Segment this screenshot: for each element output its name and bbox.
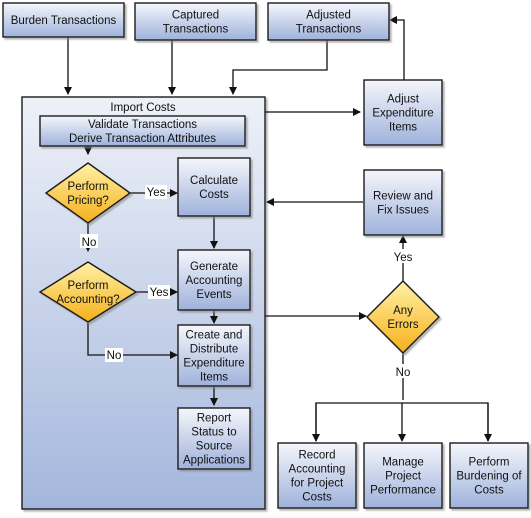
node-label-line: Adjust xyxy=(387,94,420,106)
node-label-line: Captured xyxy=(172,10,219,22)
node-label-line: Accounting xyxy=(289,464,346,476)
node-label-line: Record xyxy=(298,450,335,462)
node-record-accounting: Record Accounting for Project Costs xyxy=(277,442,357,509)
process-flow-diagram: Import Costs Yes No Yes No Yes No Burden… xyxy=(2,2,529,510)
node-label-line: Adjusted xyxy=(306,10,351,22)
pricing-no-label: No xyxy=(82,237,97,249)
pricing-yes-label: Yes xyxy=(147,187,166,199)
node-manage-project-performance: Manage Project Performance xyxy=(363,442,443,509)
node-perform-burdening: Perform Burdening of Costs xyxy=(449,442,529,509)
node-adjusted-transactions: Adjusted Transactions xyxy=(267,2,390,41)
node-label-line: Calculate xyxy=(190,175,238,187)
process-box xyxy=(177,157,251,217)
node-label-line: Performance xyxy=(370,485,436,497)
node-burden-transactions: Burden Transactions xyxy=(2,2,125,38)
node-label-line: Items xyxy=(389,122,417,134)
node-create-distribute: Create and Distribute Expenditure Items xyxy=(177,324,251,387)
node-label-line: Manage xyxy=(382,457,424,469)
node-label-line: Perform xyxy=(68,181,109,193)
accounting-yes-label: Yes xyxy=(150,287,169,299)
node-label-line: Source xyxy=(196,441,232,453)
edge-adjusted-to-import xyxy=(229,40,328,95)
node-validate: Validate Transactions Derive Transaction … xyxy=(39,115,246,147)
node-label-line: Derive Transaction Attributes xyxy=(69,133,216,145)
process-box xyxy=(363,169,443,236)
node-label-line: Fix Issues xyxy=(377,205,429,217)
node-label-line: Create and xyxy=(186,330,243,342)
node-label-line: Validate Transactions xyxy=(88,119,197,131)
errors-no-label: No xyxy=(396,367,411,379)
node-label-line: Accounting xyxy=(186,275,243,287)
node-label-line: Errors xyxy=(387,319,419,331)
node-label-line: for Project xyxy=(291,478,344,490)
node-label-line: Accounting? xyxy=(56,294,119,306)
node-label-line: Perform xyxy=(68,280,109,292)
errors-yes-label: Yes xyxy=(394,252,413,264)
node-label-line: Events xyxy=(196,289,231,301)
accounting-no-label: No xyxy=(107,350,122,362)
node-any-errors: Any Errors xyxy=(366,280,440,354)
node-label-line: Expenditure xyxy=(183,358,244,370)
node-label-line: Items xyxy=(200,372,228,384)
node-label-line: Project xyxy=(385,471,422,483)
node-review-fix-issues: Review and Fix Issues xyxy=(363,169,443,236)
node-label-line: Costs xyxy=(199,189,229,201)
node-calculate-costs: Calculate Costs xyxy=(177,157,251,217)
node-report-status: Report Status to Source Applications xyxy=(177,407,251,470)
node-label-line: Costs xyxy=(302,492,332,504)
import-costs-title: Import Costs xyxy=(110,102,175,114)
node-label-line: Burdening of xyxy=(456,471,522,483)
node-label-line: Perform xyxy=(469,457,510,469)
node-label-line: Generate xyxy=(190,261,238,273)
node-label-line: Report xyxy=(197,413,232,425)
node-label-line: Burden Transactions xyxy=(11,15,117,27)
node-label-line: Transactions xyxy=(296,24,362,36)
node-label-line: Review and xyxy=(373,191,433,203)
node-label-line: Costs xyxy=(474,485,504,497)
node-label-line: Applications xyxy=(183,455,245,467)
node-generate-accounting-events: Generate Accounting Events xyxy=(177,249,251,311)
node-label-line: Any xyxy=(393,305,413,317)
node-label-line: Distribute xyxy=(190,344,239,356)
node-captured-transactions: Captured Transactions xyxy=(134,2,257,41)
node-label-line: Transactions xyxy=(163,24,229,36)
node-adjust-expenditure-items: Adjust Expenditure Items xyxy=(363,79,443,146)
node-label-line: Expenditure xyxy=(372,108,433,120)
decision-diamond xyxy=(366,280,440,354)
node-label-line: Status to xyxy=(191,427,236,439)
edge-adjust-items-to-adjusted xyxy=(389,16,405,80)
node-label-line: Pricing? xyxy=(67,195,109,207)
